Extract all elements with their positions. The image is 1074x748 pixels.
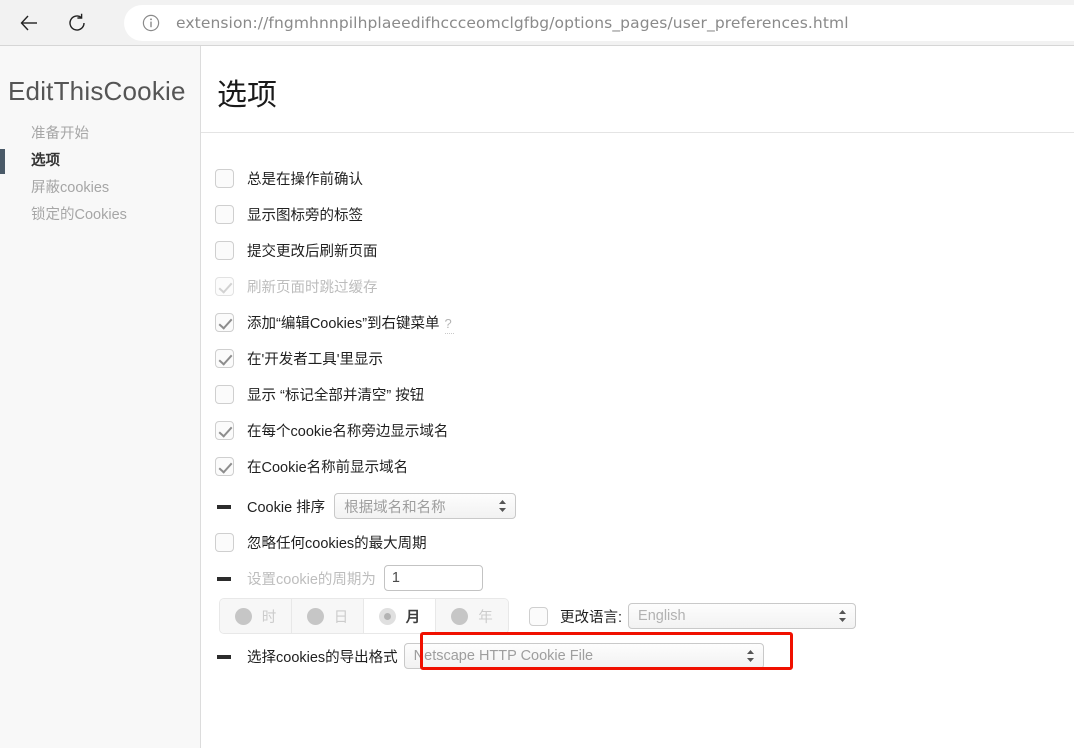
checkbox-confirm-before-action[interactable]: [215, 168, 234, 188]
radio-unit-label: 月: [405, 609, 421, 626]
checkbox-context-menu[interactable]: [215, 312, 234, 332]
option-row-ignore-max-age[interactable]: 忽略任何cookies的最大周期: [215, 524, 1065, 560]
indeterminate-marker[interactable]: [215, 569, 234, 588]
sidebar-item-getting-started[interactable]: 准备开始: [0, 121, 201, 148]
sidebar-item-label: 选项: [31, 153, 60, 169]
page-title: 选项: [217, 79, 277, 112]
page-info-icon[interactable]: [142, 14, 160, 32]
stepper-arrows-icon: [746, 649, 755, 663]
url-text: extension://fngmhnnpilhplaeedifhccceomcl…: [176, 14, 849, 32]
back-arrow-icon: [18, 12, 40, 34]
option-label: 显示图标旁的标签: [247, 207, 363, 224]
main-content: 选项 总是在操作前确认 显示图标旁的标签 提交更改后刷新页面 刷新页面时跳过缓存…: [201, 46, 1074, 748]
reload-button[interactable]: [58, 4, 96, 42]
radio-unit-day[interactable]: 日: [292, 599, 364, 633]
reload-icon: [66, 12, 88, 34]
radio-unit-label: 时: [261, 609, 277, 626]
browser-toolbar: extension://fngmhnnpilhplaeedifhccceomcl…: [0, 0, 1074, 46]
language-label: 更改语言:: [560, 609, 623, 626]
radio-unit-label: 日: [333, 609, 349, 626]
sidebar-item-label: 屏蔽cookies: [31, 180, 110, 196]
checkbox-show-domain-before-name[interactable]: [215, 456, 234, 476]
option-label: 添加“编辑Cookies”到右键菜单: [247, 315, 440, 332]
option-label: 在'开发者工具'里显示: [247, 351, 384, 368]
stepper-arrows-icon: [838, 609, 847, 623]
indeterminate-marker[interactable]: [215, 497, 234, 516]
checkbox-ignore-max-age[interactable]: [215, 532, 234, 552]
option-row-show-in-devtools[interactable]: 在'开发者工具'里显示: [215, 340, 1065, 376]
period-unit-radio-group[interactable]: 时 日 月 年: [219, 598, 509, 634]
option-row-show-domain-beside-name[interactable]: 在每个cookie名称旁边显示域名: [215, 412, 1065, 448]
stepper-arrows-icon: [498, 499, 507, 513]
sidebar-item-options[interactable]: 选项: [0, 148, 201, 175]
sidebar-item-locked-cookies[interactable]: 锁定的Cookies: [0, 202, 201, 229]
sidebar-item-label: 准备开始: [31, 126, 89, 142]
option-row-period-units: 时 日 月 年 更改语言: English: [215, 598, 1065, 634]
indeterminate-marker[interactable]: [215, 647, 234, 666]
option-label: 忽略任何cookies的最大周期: [247, 535, 427, 552]
option-label: 提交更改后刷新页面: [247, 243, 378, 260]
address-bar[interactable]: extension://fngmhnnpilhplaeedifhccceomcl…: [124, 5, 1074, 41]
sidebar-item-block-cookies[interactable]: 屏蔽cookies: [0, 175, 201, 202]
checkbox-show-mark-all-clear-button[interactable]: [215, 384, 234, 404]
checkbox-skip-cache-on-refresh[interactable]: [215, 276, 234, 296]
back-button[interactable]: [10, 4, 48, 42]
radio-unit-year[interactable]: 年: [436, 599, 508, 633]
radio-dot-icon: [234, 607, 252, 625]
option-row-confirm-before-action[interactable]: 总是在操作前确认: [215, 160, 1065, 196]
option-row-cookie-sort[interactable]: Cookie 排序 根据域名和名称: [215, 488, 1065, 524]
sidebar-nav: 准备开始 选项 屏蔽cookies 锁定的Cookies: [0, 121, 201, 229]
cookie-period-label: 设置cookie的周期为: [247, 571, 376, 588]
sidebar: EditThisCookie 准备开始 选项 屏蔽cookies 锁定的Cook…: [0, 46, 201, 748]
language-control-group: 更改语言: English: [529, 603, 857, 629]
title-divider: [201, 132, 1074, 133]
option-row-set-cookie-period[interactable]: 设置cookie的周期为: [215, 560, 1065, 596]
cookie-sort-select[interactable]: 根据域名和名称: [334, 493, 517, 519]
option-label: 刷新页面时跳过缓存: [247, 279, 378, 296]
option-label: 在Cookie名称前显示域名: [247, 459, 409, 476]
checkbox-show-in-devtools[interactable]: [215, 348, 234, 368]
option-row-export-format[interactable]: 选择cookies的导出格式 Netscape HTTP Cookie File: [215, 632, 1065, 674]
language-select[interactable]: English: [628, 603, 857, 629]
options-list: 总是在操作前确认 显示图标旁的标签 提交更改后刷新页面 刷新页面时跳过缓存 添加…: [215, 160, 1065, 674]
option-row-show-mark-all-clear-button[interactable]: 显示 “标记全部并清空” 按钮: [215, 376, 1065, 412]
radio-dot-icon: [378, 607, 396, 625]
cookie-period-input[interactable]: [383, 565, 483, 591]
option-label: 在每个cookie名称旁边显示域名: [247, 423, 449, 440]
checkbox-refresh-after-submit[interactable]: [215, 240, 234, 260]
export-format-value: Netscape HTTP Cookie File: [413, 648, 594, 664]
radio-unit-hour[interactable]: 时: [220, 599, 292, 633]
sidebar-item-label: 锁定的Cookies: [31, 207, 127, 223]
cookie-sort-value: 根据域名和名称: [344, 499, 446, 516]
radio-dot-icon: [451, 607, 469, 625]
radio-unit-month[interactable]: 月: [364, 599, 436, 633]
option-row-skip-cache-on-refresh[interactable]: 刷新页面时跳过缓存: [215, 268, 1065, 304]
language-value: English: [638, 608, 686, 624]
export-format-select[interactable]: Netscape HTTP Cookie File: [403, 643, 764, 669]
option-row-show-label-near-icon[interactable]: 显示图标旁的标签: [215, 196, 1065, 232]
app-brand-title: EditThisCookie: [8, 76, 186, 106]
checkbox-show-label-near-icon[interactable]: [215, 204, 234, 224]
radio-unit-label: 年: [478, 609, 493, 626]
option-label: 显示 “标记全部并清空” 按钮: [247, 387, 425, 404]
option-row-context-menu[interactable]: 添加“编辑Cookies”到右键菜单 ?: [215, 304, 1065, 340]
checkbox-show-domain-beside-name[interactable]: [215, 420, 234, 440]
help-icon[interactable]: ?: [444, 316, 454, 334]
cookie-sort-label: Cookie 排序: [247, 499, 326, 516]
checkbox-change-language[interactable]: [529, 606, 548, 626]
option-label: 总是在操作前确认: [247, 171, 363, 188]
radio-dot-icon: [306, 607, 324, 625]
export-format-label: 选择cookies的导出格式: [247, 649, 398, 666]
option-row-refresh-after-submit[interactable]: 提交更改后刷新页面: [215, 232, 1065, 268]
option-row-show-domain-before-name[interactable]: 在Cookie名称前显示域名: [215, 448, 1065, 484]
